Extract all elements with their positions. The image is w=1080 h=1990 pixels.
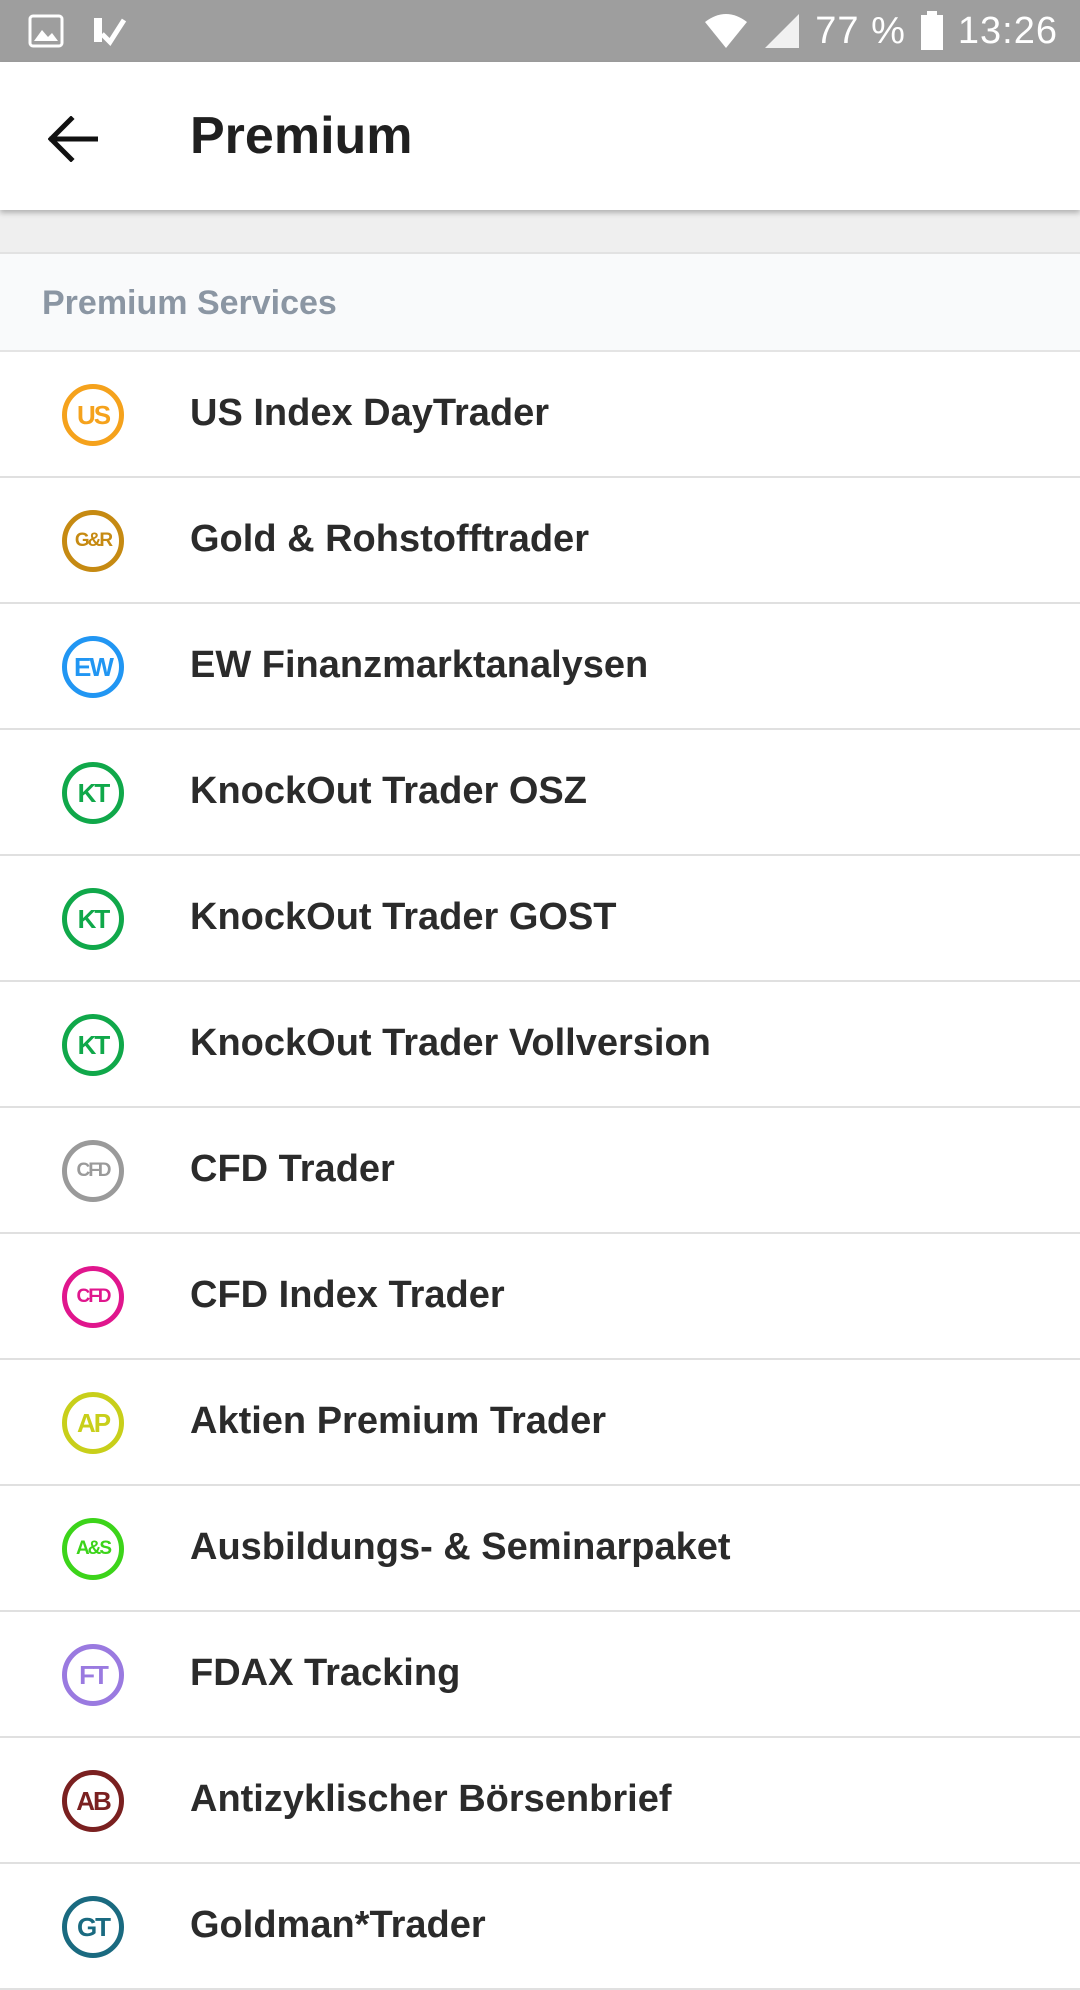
service-logo-icon: KT (62, 1014, 124, 1076)
services-list: US US Index DayTrader G&R Gold & Rohstofftr… (0, 352, 1080, 1990)
list-item[interactable]: AB Antizyklischer Börsenbrief (0, 1738, 1080, 1864)
list-item-label: US Index DayTrader (190, 392, 550, 434)
list-item-label: Goldman*Trader (190, 1904, 486, 1946)
list-item[interactable]: FT FDAX Tracking (0, 1612, 1080, 1738)
list-item[interactable]: US US Index DayTrader (0, 352, 1080, 478)
list-item[interactable]: AP Aktien Premium Trader (0, 1360, 1080, 1486)
status-bar: 77 % 13:26 (0, 0, 1080, 62)
list-item-label: Antizyklischer Börsenbrief (190, 1778, 672, 1820)
service-logo-icon: KT (62, 762, 124, 824)
list-item-label: CFD Index Trader (190, 1274, 505, 1316)
section-header-label: Premium Services (42, 284, 337, 322)
list-item[interactable]: CFD CFD Trader (0, 1108, 1080, 1234)
list-item-label: Ausbildungs- & Seminarpaket (190, 1526, 731, 1568)
service-logo-icon: FT (62, 1644, 124, 1706)
service-logo-icon: AB (62, 1770, 124, 1832)
list-item[interactable]: CFD CFD Index Trader (0, 1234, 1080, 1360)
list-item-label: KnockOut Trader Vollversion (190, 1022, 711, 1064)
list-item[interactable]: G&R Gold & Rohstofftrader (0, 478, 1080, 604)
list-item[interactable]: A&S Ausbildungs- & Seminarpaket (0, 1486, 1080, 1612)
divider-band (0, 210, 1080, 254)
service-logo-icon: KT (62, 888, 124, 950)
battery-icon (920, 11, 943, 50)
arrow-left-icon (48, 116, 98, 162)
list-item[interactable]: KT KnockOut Trader GOST (0, 856, 1080, 982)
wifi-icon (705, 14, 748, 48)
page-title: Premium (190, 107, 413, 165)
list-item[interactable]: EW EW Finanzmarktanalysen (0, 604, 1080, 730)
list-item-label: Gold & Rohstofftrader (190, 518, 589, 560)
app-bar: Premium (0, 62, 1080, 210)
battery-percent: 77 % (815, 9, 906, 52)
back-button[interactable] (36, 102, 110, 176)
service-logo-icon: US (62, 384, 124, 446)
service-logo-icon: G&R (62, 510, 124, 572)
list-item-label: Aktien Premium Trader (190, 1400, 607, 1442)
list-item[interactable]: KT KnockOut Trader OSZ (0, 730, 1080, 856)
list-item-label: EW Finanzmarktanalysen (190, 644, 649, 686)
section-header: Premium Services (0, 254, 1080, 352)
list-item-label: KnockOut Trader OSZ (190, 770, 587, 812)
service-logo-icon: AP (62, 1392, 124, 1454)
service-logo-icon: A&S (62, 1518, 124, 1580)
list-item-label: KnockOut Trader GOST (190, 896, 617, 938)
service-logo-icon: CFD (62, 1266, 124, 1328)
list-item[interactable]: GT Goldman*Trader (0, 1864, 1080, 1990)
clock: 13:26 (957, 9, 1058, 52)
service-logo-icon: GT (62, 1896, 124, 1958)
list-item-label: CFD Trader (190, 1148, 395, 1190)
check-notification-icon (94, 18, 126, 46)
list-item[interactable]: KT KnockOut Trader Vollversion (0, 982, 1080, 1108)
signal-icon (765, 14, 800, 48)
service-logo-icon: EW (62, 636, 124, 698)
list-item-label: FDAX Tracking (190, 1652, 461, 1694)
image-icon (28, 14, 64, 48)
service-logo-icon: CFD (62, 1140, 124, 1202)
